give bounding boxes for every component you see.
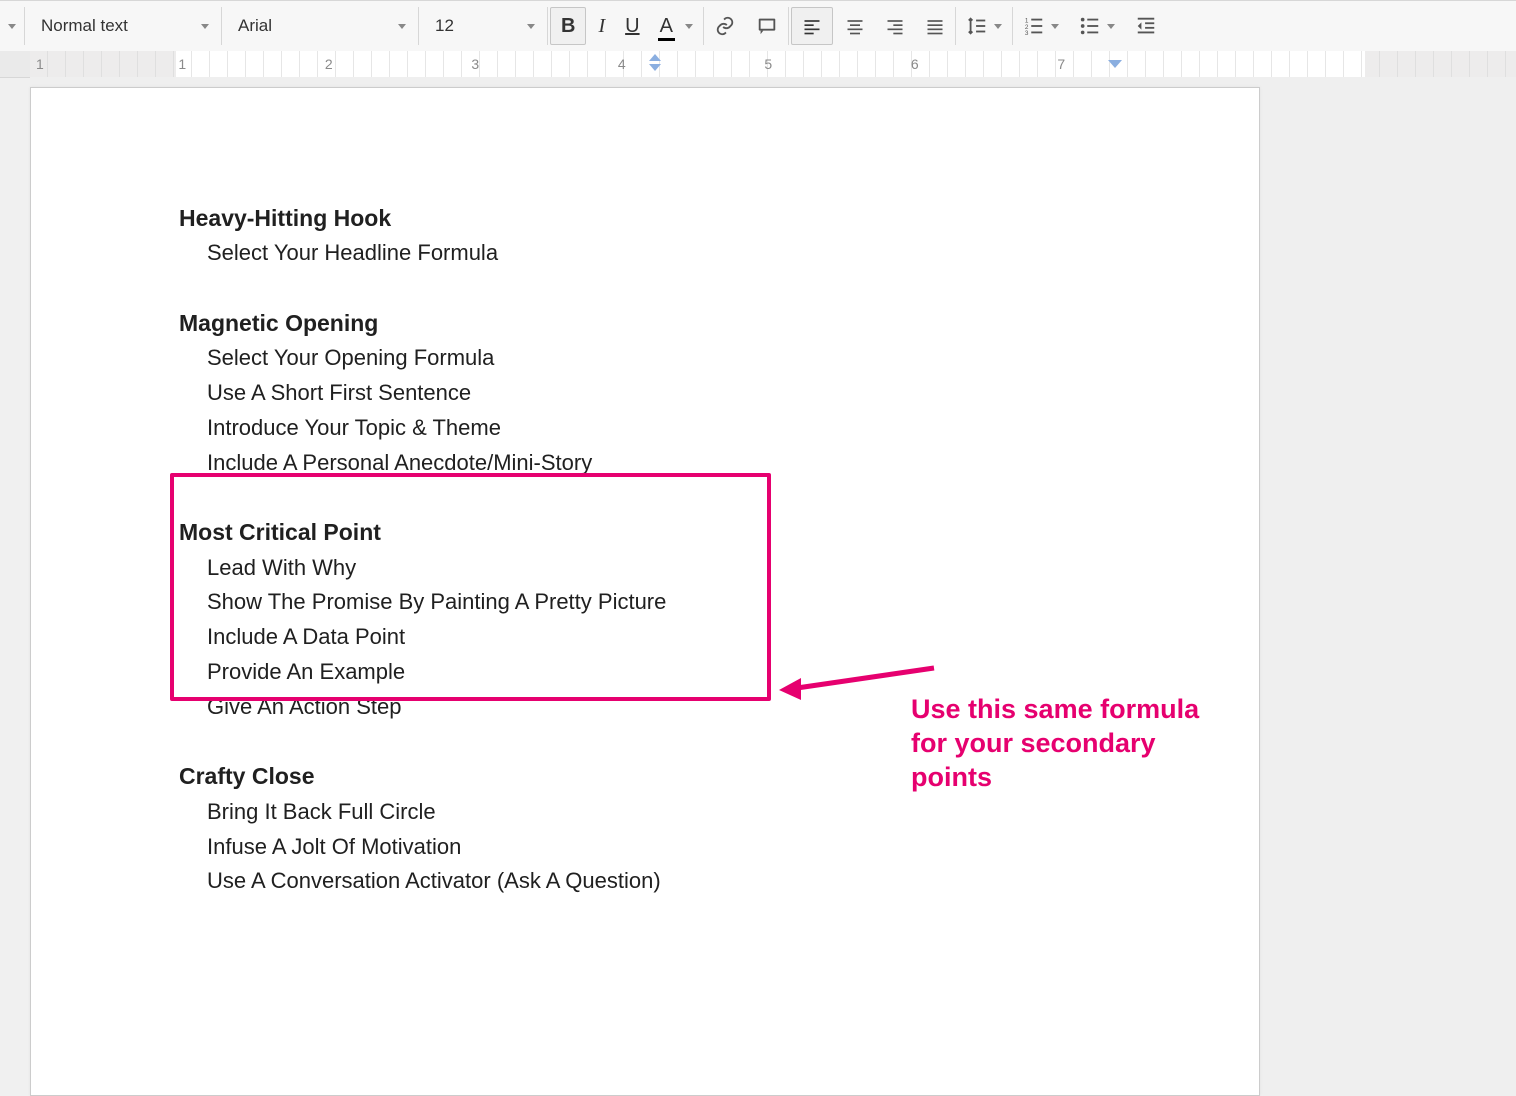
caret-down-icon (527, 24, 535, 29)
document-canvas: Heavy-Hitting Hook Select Your Headline … (30, 77, 1516, 1096)
formatting-toolbar: Normal text Arial 12 B I U A (0, 0, 1516, 52)
font-size-label: 12 (435, 16, 454, 36)
annotation-text: Use this same formula for your secondary… (911, 693, 1231, 794)
svg-text:3: 3 (1025, 30, 1029, 37)
section-item: Select Your Opening Formula (179, 341, 1259, 376)
numbered-list-button[interactable]: 123 (1013, 1, 1069, 51)
font-family-select[interactable]: Arial (222, 1, 418, 51)
toolbar-leading-dropdown[interactable] (0, 1, 24, 51)
align-justify-icon (925, 16, 945, 36)
caret-down-icon (1107, 24, 1115, 29)
paragraph-style-label: Normal text (41, 16, 128, 36)
line-spacing-button[interactable] (956, 1, 1012, 51)
caret-down-icon (201, 24, 209, 29)
text-color-icon: A (660, 15, 673, 38)
insert-comment-button[interactable] (746, 1, 788, 51)
annotation-highlight-box (170, 473, 771, 701)
section-item: Use A Conversation Activator (Ask A Ques… (179, 864, 1259, 899)
numbered-list-icon: 123 (1023, 15, 1045, 37)
bold-button[interactable]: B (550, 7, 586, 45)
bulleted-list-button[interactable] (1069, 1, 1125, 51)
section-item: Use A Short First Sentence (179, 376, 1259, 411)
insert-link-button[interactable] (704, 1, 746, 51)
decrease-indent-button[interactable] (1125, 1, 1167, 51)
section-title: Magnetic Opening (179, 305, 1259, 341)
bold-icon: B (561, 15, 575, 38)
caret-down-icon (398, 24, 406, 29)
font-size-select[interactable]: 12 (419, 1, 547, 51)
indent-marker[interactable] (649, 60, 662, 73)
section-item: Select Your Headline Formula (179, 236, 1259, 271)
document-page[interactable]: Heavy-Hitting Hook Select Your Headline … (30, 87, 1260, 1096)
underline-icon: U (625, 15, 639, 38)
caret-down-icon (685, 24, 693, 29)
bulleted-list-icon (1079, 15, 1101, 37)
font-family-label: Arial (238, 16, 272, 36)
align-right-button[interactable] (875, 1, 915, 51)
align-center-icon (845, 16, 865, 36)
italic-button[interactable]: I (588, 1, 615, 51)
caret-down-icon (1051, 24, 1059, 29)
section-item: Bring It Back Full Circle (179, 795, 1259, 830)
right-margin-marker[interactable] (1108, 60, 1122, 68)
section-item: Infuse A Jolt Of Motivation (179, 830, 1259, 865)
annotation-arrow (779, 658, 934, 698)
align-left-button[interactable] (791, 7, 833, 45)
horizontal-ruler[interactable]: 1 1 2 3 4 5 6 7 (0, 51, 1516, 78)
line-spacing-icon (966, 15, 988, 37)
align-center-button[interactable] (835, 1, 875, 51)
align-right-icon (885, 16, 905, 36)
decrease-indent-icon (1135, 15, 1157, 37)
italic-icon: I (598, 15, 605, 38)
underline-button[interactable]: U (615, 1, 649, 51)
comment-icon (756, 15, 778, 37)
link-icon (714, 15, 736, 37)
ruler-numbers: 1 1 2 3 4 5 6 7 (30, 51, 1516, 77)
section-title: Heavy-Hitting Hook (179, 200, 1259, 236)
section-item: Introduce Your Topic & Theme (179, 411, 1259, 446)
align-justify-button[interactable] (915, 1, 955, 51)
caret-down-icon (994, 24, 1002, 29)
align-left-icon (802, 16, 822, 36)
paragraph-style-select[interactable]: Normal text (25, 1, 221, 51)
text-color-button[interactable]: A (650, 1, 703, 51)
